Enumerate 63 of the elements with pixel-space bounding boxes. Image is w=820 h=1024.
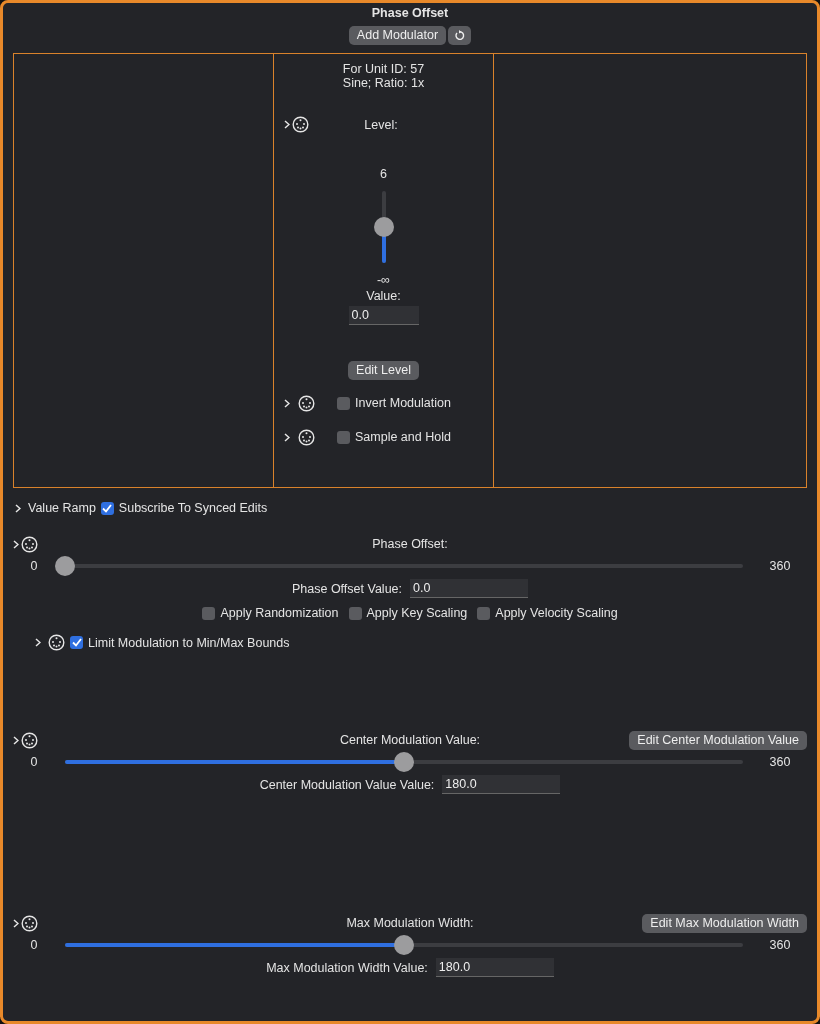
- dotted-circle-icon[interactable]: [21, 914, 38, 932]
- checkbox-label: Sample and Hold: [355, 430, 451, 444]
- edit-level-button[interactable]: Edit Level: [348, 361, 419, 380]
- chevron-icon[interactable]: [35, 638, 41, 647]
- checkbox[interactable]: [348, 606, 362, 620]
- checkbox[interactable]: [337, 430, 350, 444]
- value-field[interactable]: 180.0: [442, 775, 561, 794]
- checkbox[interactable]: [100, 501, 114, 515]
- chevron-icon[interactable]: [13, 918, 19, 928]
- dotted-circle-icon[interactable]: [48, 634, 65, 651]
- value-field[interactable]: 180.0: [435, 958, 554, 977]
- dotted-circle-icon[interactable]: [298, 394, 315, 412]
- value-label: Phase Offset Value:: [292, 581, 402, 596]
- checkbox[interactable]: [70, 636, 83, 649]
- slider-thumb[interactable]: [394, 752, 414, 772]
- slider-thumb[interactable]: [394, 935, 414, 955]
- checkbox-label: Apply Key Scaling: [366, 606, 468, 620]
- chevron-icon[interactable]: [284, 398, 290, 408]
- wave-label: Sine; Ratio: 1x: [342, 76, 425, 90]
- reset-button[interactable]: [448, 26, 472, 45]
- checkbox-label: Apply Randomization: [220, 606, 339, 620]
- min-label: 0: [29, 559, 39, 573]
- value-label: Center Modulation Value Value:: [259, 777, 435, 792]
- max-label: 360: [768, 938, 792, 952]
- max-label: 6: [380, 167, 387, 181]
- min-label: 0: [29, 938, 39, 952]
- slider-title: Center Modulation Value:: [339, 733, 481, 747]
- window-title: Phase Offset: [371, 6, 449, 20]
- checkbox-label: Apply Velocity Scaling: [495, 606, 618, 620]
- value-field[interactable]: 0.0: [410, 579, 528, 598]
- max-label: 360: [768, 755, 792, 769]
- min-label: 0: [29, 755, 39, 769]
- reset-icon: [454, 30, 466, 41]
- checkbox[interactable]: [477, 606, 491, 620]
- chevron-icon[interactable]: [15, 503, 21, 513]
- slider-title: Phase Offset:: [372, 537, 448, 551]
- value-field[interactable]: 0.0: [348, 306, 419, 325]
- chevron-icon[interactable]: [284, 120, 290, 129]
- level-label: Level:: [363, 117, 399, 132]
- chevron-icon[interactable]: [13, 539, 19, 549]
- value-ramp-label[interactable]: Value Ramp: [28, 501, 96, 515]
- checkbox-label: Invert Modulation: [355, 396, 451, 410]
- max-label: 360: [768, 559, 792, 573]
- edit-button[interactable]: Edit Center Modulation Value: [629, 730, 807, 750]
- unit-label: For Unit ID: 57: [342, 62, 425, 76]
- add-modulator-button[interactable]: Add Modulator: [348, 26, 447, 45]
- chevron-icon[interactable]: [284, 432, 290, 442]
- checkbox-label: Subscribe To Synced Edits: [118, 501, 268, 515]
- min-label: -∞: [376, 273, 391, 287]
- edit-button[interactable]: Edit Max Modulation Width: [642, 913, 807, 933]
- slider-title: Max Modulation Width:: [346, 916, 474, 930]
- dotted-circle-icon[interactable]: [21, 731, 38, 749]
- dotted-circle-icon[interactable]: [21, 535, 38, 553]
- slider-thumb[interactable]: [373, 217, 394, 237]
- checkbox-label: Limit Modulation to Min/Max Bounds: [88, 635, 290, 650]
- dotted-circle-icon[interactable]: [298, 428, 315, 446]
- value-label: Max Modulation Width Value:: [266, 960, 428, 975]
- checkbox[interactable]: [202, 606, 216, 620]
- checkbox[interactable]: [337, 396, 350, 410]
- chevron-icon[interactable]: [13, 735, 19, 745]
- dotted-circle-icon[interactable]: [292, 116, 309, 133]
- slider-thumb[interactable]: [55, 556, 75, 576]
- value-label: Value:: [366, 289, 401, 303]
